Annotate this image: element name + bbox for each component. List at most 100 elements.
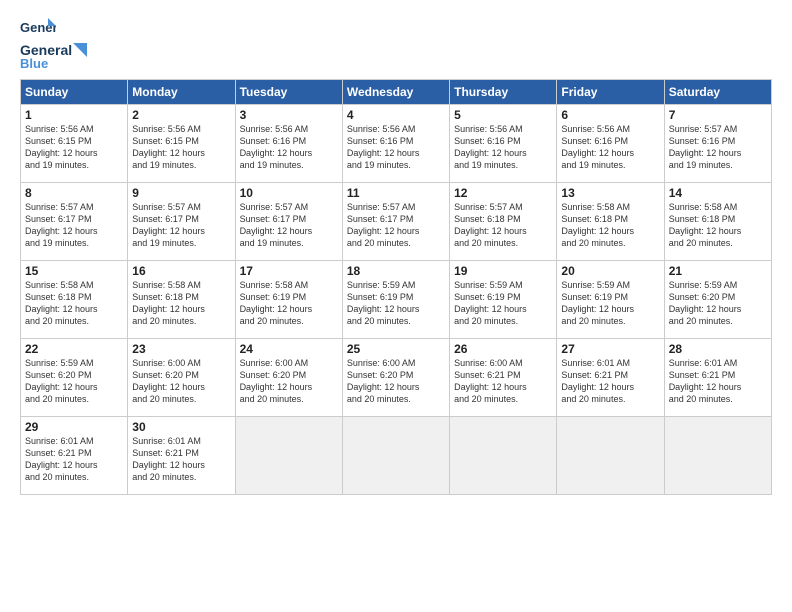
day-info: Sunrise: 5:57 AMSunset: 6:17 PMDaylight:… bbox=[132, 201, 230, 250]
calendar-cell: 29Sunrise: 6:01 AMSunset: 6:21 PMDayligh… bbox=[21, 417, 128, 495]
day-number: 13 bbox=[561, 186, 659, 200]
logo: General General Blue bbox=[20, 16, 87, 71]
day-number: 21 bbox=[669, 264, 767, 278]
calendar-cell: 26Sunrise: 6:00 AMSunset: 6:21 PMDayligh… bbox=[450, 339, 557, 417]
day-number: 11 bbox=[347, 186, 445, 200]
calendar-cell: 30Sunrise: 6:01 AMSunset: 6:21 PMDayligh… bbox=[128, 417, 235, 495]
day-info: Sunrise: 5:59 AMSunset: 6:20 PMDaylight:… bbox=[25, 357, 123, 406]
day-number: 30 bbox=[132, 420, 230, 434]
day-info: Sunrise: 5:59 AMSunset: 6:20 PMDaylight:… bbox=[669, 279, 767, 328]
calendar-cell: 17Sunrise: 5:58 AMSunset: 6:19 PMDayligh… bbox=[235, 261, 342, 339]
day-info: Sunrise: 6:01 AMSunset: 6:21 PMDaylight:… bbox=[25, 435, 123, 484]
calendar-cell bbox=[235, 417, 342, 495]
day-number: 7 bbox=[669, 108, 767, 122]
day-number: 19 bbox=[454, 264, 552, 278]
calendar-cell: 13Sunrise: 5:58 AMSunset: 6:18 PMDayligh… bbox=[557, 183, 664, 261]
day-number: 17 bbox=[240, 264, 338, 278]
calendar-cell: 6Sunrise: 5:56 AMSunset: 6:16 PMDaylight… bbox=[557, 105, 664, 183]
calendar-cell: 1Sunrise: 5:56 AMSunset: 6:15 PMDaylight… bbox=[21, 105, 128, 183]
calendar-cell: 9Sunrise: 5:57 AMSunset: 6:17 PMDaylight… bbox=[128, 183, 235, 261]
day-info: Sunrise: 5:58 AMSunset: 6:18 PMDaylight:… bbox=[561, 201, 659, 250]
day-info: Sunrise: 5:58 AMSunset: 6:18 PMDaylight:… bbox=[25, 279, 123, 328]
calendar-cell: 4Sunrise: 5:56 AMSunset: 6:16 PMDaylight… bbox=[342, 105, 449, 183]
day-number: 5 bbox=[454, 108, 552, 122]
logo-blue: Blue bbox=[20, 56, 48, 71]
day-number: 3 bbox=[240, 108, 338, 122]
day-number: 22 bbox=[25, 342, 123, 356]
page: General General Blue SundayMondayTuesday… bbox=[0, 0, 792, 612]
week-row-4: 22Sunrise: 5:59 AMSunset: 6:20 PMDayligh… bbox=[21, 339, 772, 417]
weekday-header-saturday: Saturday bbox=[664, 80, 771, 105]
day-info: Sunrise: 6:00 AMSunset: 6:20 PMDaylight:… bbox=[132, 357, 230, 406]
day-info: Sunrise: 5:58 AMSunset: 6:18 PMDaylight:… bbox=[132, 279, 230, 328]
day-info: Sunrise: 5:57 AMSunset: 6:17 PMDaylight:… bbox=[240, 201, 338, 250]
calendar-cell: 22Sunrise: 5:59 AMSunset: 6:20 PMDayligh… bbox=[21, 339, 128, 417]
calendar-cell: 7Sunrise: 5:57 AMSunset: 6:16 PMDaylight… bbox=[664, 105, 771, 183]
weekday-header-wednesday: Wednesday bbox=[342, 80, 449, 105]
logo-triangle-icon bbox=[73, 43, 87, 57]
day-info: Sunrise: 5:56 AMSunset: 6:16 PMDaylight:… bbox=[454, 123, 552, 172]
week-row-1: 1Sunrise: 5:56 AMSunset: 6:15 PMDaylight… bbox=[21, 105, 772, 183]
day-info: Sunrise: 6:01 AMSunset: 6:21 PMDaylight:… bbox=[132, 435, 230, 484]
calendar-cell: 2Sunrise: 5:56 AMSunset: 6:15 PMDaylight… bbox=[128, 105, 235, 183]
calendar-cell: 16Sunrise: 5:58 AMSunset: 6:18 PMDayligh… bbox=[128, 261, 235, 339]
day-number: 9 bbox=[132, 186, 230, 200]
day-info: Sunrise: 5:56 AMSunset: 6:16 PMDaylight:… bbox=[240, 123, 338, 172]
weekday-header-thursday: Thursday bbox=[450, 80, 557, 105]
calendar-cell: 27Sunrise: 6:01 AMSunset: 6:21 PMDayligh… bbox=[557, 339, 664, 417]
weekday-header-row: SundayMondayTuesdayWednesdayThursdayFrid… bbox=[21, 80, 772, 105]
day-info: Sunrise: 5:58 AMSunset: 6:18 PMDaylight:… bbox=[669, 201, 767, 250]
day-info: Sunrise: 6:00 AMSunset: 6:21 PMDaylight:… bbox=[454, 357, 552, 406]
header: General General Blue bbox=[20, 16, 772, 71]
calendar: SundayMondayTuesdayWednesdayThursdayFrid… bbox=[20, 79, 772, 495]
day-number: 8 bbox=[25, 186, 123, 200]
calendar-cell: 21Sunrise: 5:59 AMSunset: 6:20 PMDayligh… bbox=[664, 261, 771, 339]
calendar-cell: 14Sunrise: 5:58 AMSunset: 6:18 PMDayligh… bbox=[664, 183, 771, 261]
calendar-cell: 28Sunrise: 6:01 AMSunset: 6:21 PMDayligh… bbox=[664, 339, 771, 417]
calendar-cell: 8Sunrise: 5:57 AMSunset: 6:17 PMDaylight… bbox=[21, 183, 128, 261]
day-info: Sunrise: 5:56 AMSunset: 6:16 PMDaylight:… bbox=[347, 123, 445, 172]
day-info: Sunrise: 5:59 AMSunset: 6:19 PMDaylight:… bbox=[561, 279, 659, 328]
day-info: Sunrise: 5:56 AMSunset: 6:16 PMDaylight:… bbox=[561, 123, 659, 172]
day-number: 12 bbox=[454, 186, 552, 200]
week-row-3: 15Sunrise: 5:58 AMSunset: 6:18 PMDayligh… bbox=[21, 261, 772, 339]
day-info: Sunrise: 6:00 AMSunset: 6:20 PMDaylight:… bbox=[240, 357, 338, 406]
day-info: Sunrise: 6:01 AMSunset: 6:21 PMDaylight:… bbox=[561, 357, 659, 406]
day-number: 29 bbox=[25, 420, 123, 434]
calendar-cell bbox=[342, 417, 449, 495]
weekday-header-sunday: Sunday bbox=[21, 80, 128, 105]
calendar-cell: 15Sunrise: 5:58 AMSunset: 6:18 PMDayligh… bbox=[21, 261, 128, 339]
day-number: 14 bbox=[669, 186, 767, 200]
weekday-header-monday: Monday bbox=[128, 80, 235, 105]
week-row-2: 8Sunrise: 5:57 AMSunset: 6:17 PMDaylight… bbox=[21, 183, 772, 261]
calendar-cell: 20Sunrise: 5:59 AMSunset: 6:19 PMDayligh… bbox=[557, 261, 664, 339]
day-info: Sunrise: 5:56 AMSunset: 6:15 PMDaylight:… bbox=[25, 123, 123, 172]
day-info: Sunrise: 5:57 AMSunset: 6:16 PMDaylight:… bbox=[669, 123, 767, 172]
day-number: 15 bbox=[25, 264, 123, 278]
day-number: 25 bbox=[347, 342, 445, 356]
day-number: 18 bbox=[347, 264, 445, 278]
day-info: Sunrise: 6:01 AMSunset: 6:21 PMDaylight:… bbox=[669, 357, 767, 406]
day-number: 27 bbox=[561, 342, 659, 356]
day-info: Sunrise: 6:00 AMSunset: 6:20 PMDaylight:… bbox=[347, 357, 445, 406]
calendar-cell: 12Sunrise: 5:57 AMSunset: 6:18 PMDayligh… bbox=[450, 183, 557, 261]
calendar-cell: 11Sunrise: 5:57 AMSunset: 6:17 PMDayligh… bbox=[342, 183, 449, 261]
weekday-header-friday: Friday bbox=[557, 80, 664, 105]
day-info: Sunrise: 5:59 AMSunset: 6:19 PMDaylight:… bbox=[454, 279, 552, 328]
weekday-header-tuesday: Tuesday bbox=[235, 80, 342, 105]
day-number: 23 bbox=[132, 342, 230, 356]
day-number: 10 bbox=[240, 186, 338, 200]
day-info: Sunrise: 5:57 AMSunset: 6:18 PMDaylight:… bbox=[454, 201, 552, 250]
day-number: 4 bbox=[347, 108, 445, 122]
day-number: 2 bbox=[132, 108, 230, 122]
week-row-5: 29Sunrise: 6:01 AMSunset: 6:21 PMDayligh… bbox=[21, 417, 772, 495]
calendar-cell: 19Sunrise: 5:59 AMSunset: 6:19 PMDayligh… bbox=[450, 261, 557, 339]
calendar-cell: 5Sunrise: 5:56 AMSunset: 6:16 PMDaylight… bbox=[450, 105, 557, 183]
day-info: Sunrise: 5:57 AMSunset: 6:17 PMDaylight:… bbox=[25, 201, 123, 250]
day-info: Sunrise: 5:56 AMSunset: 6:15 PMDaylight:… bbox=[132, 123, 230, 172]
day-info: Sunrise: 5:57 AMSunset: 6:17 PMDaylight:… bbox=[347, 201, 445, 250]
day-number: 26 bbox=[454, 342, 552, 356]
day-number: 28 bbox=[669, 342, 767, 356]
calendar-cell: 10Sunrise: 5:57 AMSunset: 6:17 PMDayligh… bbox=[235, 183, 342, 261]
day-number: 1 bbox=[25, 108, 123, 122]
